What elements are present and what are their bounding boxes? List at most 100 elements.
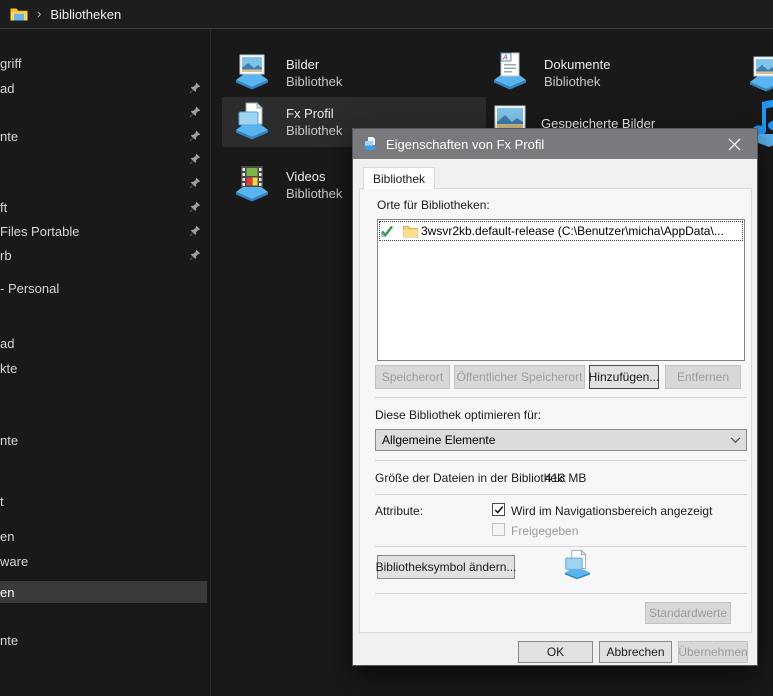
pin-icon <box>189 177 201 189</box>
apply-button[interactable]: Übernehmen <box>678 641 748 663</box>
generic-library-icon <box>230 98 274 147</box>
speicherort-button[interactable]: Speicherort <box>375 365 450 389</box>
dialog-title-bar[interactable]: Eigenschaften von Fx Profil <box>353 129 757 159</box>
entfernen-button[interactable]: Entfernen <box>665 365 741 389</box>
sidebar-item[interactable]: griff <box>0 52 207 74</box>
library-item-videos[interactable]: Videos Bibliothek <box>230 160 342 209</box>
sidebar-item-label: kte <box>0 361 207 376</box>
library-item-bilder[interactable]: Bilder Bibliothek <box>230 48 342 97</box>
library-window-icon <box>362 136 378 152</box>
sidebar-item-bibliotheken[interactable]: en <box>0 581 207 603</box>
shared-checkbox-label: Freigegeben <box>511 524 578 538</box>
location-path: 3wsvr2kb.default-release (C:\Benutzer\mi… <box>421 224 724 238</box>
cancel-button[interactable]: Abbrechen <box>599 641 672 663</box>
library-title: Videos <box>286 168 342 185</box>
standardwerte-button[interactable]: Standardwerte <box>645 602 731 624</box>
navigation-pane-checkbox-label: Wird im Navigationsbereich angezeigt <box>511 504 712 518</box>
sidebar-item[interactable]: nte <box>0 125 207 147</box>
pin-icon <box>189 153 201 165</box>
pin-icon <box>189 106 201 118</box>
dialog-title: Eigenschaften von Fx Profil <box>386 137 712 152</box>
separator <box>375 397 747 398</box>
sidebar-item-label: rb <box>0 248 189 263</box>
sidebar-item-label: nte <box>0 129 189 144</box>
breadcrumb-bar: › Bibliotheken <box>0 0 773 29</box>
navigation-pane: griff ad nte ft Files Portable rb - Pers… <box>0 29 211 696</box>
separator <box>375 460 747 461</box>
sidebar-item-label: en <box>0 585 207 600</box>
separator <box>375 593 747 594</box>
optimize-selected-value: Allgemeine Elemente <box>376 433 724 447</box>
sidebar-item[interactable]: ad <box>0 77 207 99</box>
sidebar-item-label: t <box>0 494 207 509</box>
change-library-icon-button[interactable]: Bibliotheksymbol ändern... <box>377 555 515 579</box>
default-save-location-check-icon <box>380 224 394 238</box>
sidebar-item[interactable]: - Personal <box>0 277 207 299</box>
breadcrumb[interactable]: Bibliotheken <box>50 7 121 22</box>
sidebar-item-label: griff <box>0 56 207 71</box>
sidebar-item-label: ad <box>0 81 189 96</box>
sidebar-item-label: Files Portable <box>0 224 189 239</box>
pin-icon <box>189 249 201 261</box>
sidebar-item-label: ft <box>0 200 189 215</box>
size-value: 413 MB <box>545 471 586 485</box>
optimize-dropdown[interactable]: Allgemeine Elemente <box>375 429 747 451</box>
folder-icon <box>10 7 28 21</box>
svg-text:A: A <box>502 54 508 62</box>
pin-icon <box>189 225 201 237</box>
sidebar-item[interactable]: Files Portable <box>0 220 207 242</box>
sidebar-item[interactable] <box>0 101 207 123</box>
sidebar-item[interactable]: ft <box>0 196 207 218</box>
pin-icon <box>189 201 201 213</box>
sidebar-item[interactable]: t <box>0 490 207 512</box>
sidebar-item-label: nte <box>0 433 207 448</box>
sidebar-item[interactable]: nte <box>0 429 207 451</box>
sidebar-item[interactable]: en <box>0 525 207 547</box>
library-icon-preview <box>558 546 596 589</box>
shared-checkbox[interactable] <box>492 523 505 536</box>
sidebar-item-label: ad <box>0 336 207 351</box>
sidebar-item[interactable]: kte <box>0 357 207 379</box>
sidebar-item[interactable]: nte <box>0 629 207 651</box>
optimize-label: Diese Bibliothek optimieren für: <box>375 408 541 422</box>
navigation-pane-checkbox[interactable] <box>492 503 505 516</box>
sidebar-item-label: ware <box>0 554 207 569</box>
pin-icon <box>189 130 201 142</box>
attributes-label: Attribute: <box>375 504 423 518</box>
oeffentlicher-speicherort-button[interactable]: Öffentlicher Speicherort <box>454 365 585 389</box>
pictures-library-icon <box>230 48 274 97</box>
documents-library-icon: A <box>488 48 532 97</box>
tab-bibliothek[interactable]: Bibliothek <box>363 167 435 189</box>
sidebar-item-label: en <box>0 529 207 544</box>
hinzufuegen-button[interactable]: Hinzufügen... <box>589 365 659 389</box>
sidebar-item[interactable]: ware <box>0 550 207 572</box>
library-subtitle: Bibliothek <box>286 122 342 139</box>
library-title: Dokumente <box>544 56 610 73</box>
sidebar-item-label: - Personal <box>0 281 207 296</box>
size-label: Größe der Dateien in der Bibliothek: <box>375 471 566 485</box>
library-item-dokumente[interactable]: A Dokumente Bibliothek <box>488 48 610 97</box>
library-subtitle: Bibliothek <box>286 73 342 90</box>
pin-icon <box>189 82 201 94</box>
separator <box>375 494 747 495</box>
sidebar-item[interactable]: rb <box>0 244 207 266</box>
library-subtitle: Bibliothek <box>544 73 610 90</box>
folder-icon <box>403 225 418 238</box>
ok-button[interactable]: OK <box>518 641 593 663</box>
properties-dialog: Eigenschaften von Fx Profil Bibliothek O… <box>352 128 758 666</box>
library-locations-listbox[interactable]: 3wsvr2kb.default-release (C:\Benutzer\mi… <box>377 219 745 361</box>
library-title: Bilder <box>286 56 342 73</box>
tab-page: Orte für Bibliotheken: 3wsvr2kb.default-… <box>359 188 752 633</box>
videos-library-icon <box>230 160 274 209</box>
close-icon[interactable] <box>712 129 757 159</box>
library-subtitle: Bibliothek <box>286 185 342 202</box>
location-list-item[interactable]: 3wsvr2kb.default-release (C:\Benutzer\mi… <box>380 222 742 240</box>
sidebar-item[interactable] <box>0 148 207 170</box>
locations-label: Orte für Bibliotheken: <box>377 198 490 212</box>
sidebar-item[interactable] <box>0 172 207 194</box>
chevron-down-icon <box>724 437 746 444</box>
pictures-library-icon-clipped <box>744 50 773 96</box>
breadcrumb-chevron-icon: › <box>37 6 41 21</box>
sidebar-item[interactable]: ad <box>0 332 207 354</box>
dialog-body: Bibliothek Orte für Bibliotheken: 3wsvr2… <box>353 159 757 665</box>
